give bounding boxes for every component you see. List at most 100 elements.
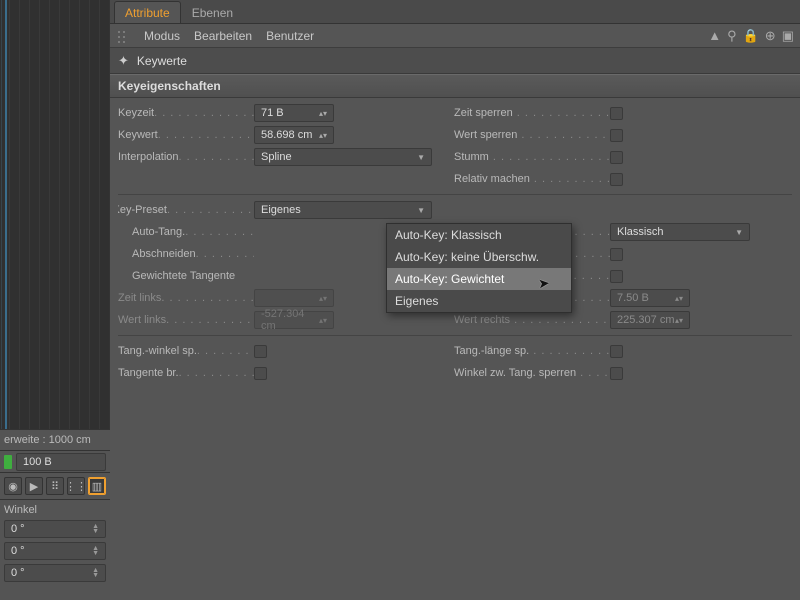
divider (118, 194, 792, 195)
angle-h-value: 0 ° (11, 523, 25, 535)
checkbox-relativ[interactable] (610, 173, 623, 186)
stepper-icon[interactable]: ▴▾ (675, 294, 683, 303)
label-auto-tang: Auto-Tang. (132, 226, 185, 238)
checkbox-stumm[interactable] (610, 151, 623, 164)
menu-modus[interactable]: Modus (144, 29, 180, 43)
label-interpolation: Interpolation (118, 151, 179, 163)
angle-p-field[interactable]: 0 ° ▲▼ (4, 542, 106, 560)
divider (118, 335, 792, 336)
menubar-right-icons: ▲ ⚲ 🔒 ⊕ ▣ (708, 28, 794, 44)
play-icon[interactable]: ▶ (25, 477, 43, 495)
key-preset-dropdown-menu: Auto-Key: Klassisch Auto-Key: keine Über… (386, 223, 572, 313)
dots-icon[interactable]: ⋮⋮ (67, 477, 85, 495)
label-stumm: Stumm (454, 151, 489, 163)
label-relativ: Relativ machen (454, 173, 530, 185)
chevron-down-icon: ▼ (417, 153, 425, 162)
label-tangente-br: Tangente br. (118, 367, 179, 379)
angle-b-value: 0 ° (11, 567, 25, 579)
value-interpolation: Spline (261, 151, 292, 163)
chevron-down-icon: ▼ (735, 228, 743, 237)
grid-spacing-label: erweite : 1000 cm (0, 430, 110, 451)
label-abschneiden: Abschneiden (132, 248, 196, 260)
stepper-arrows-icon[interactable]: ▲▼ (92, 524, 99, 534)
preset-option-keine-ueberschw[interactable]: Auto-Key: keine Überschw. (387, 246, 571, 268)
label-tang-laenge-sp: Tang.-länge sp. (454, 345, 529, 357)
label-wert-rechts: Wert rechts (454, 314, 510, 326)
film-icon[interactable]: ▥ (88, 477, 106, 495)
stepper-arrows-icon[interactable]: ▲▼ (92, 568, 99, 578)
value-steigung: Klassisch (617, 226, 663, 238)
stepper-icon[interactable]: ▴▾ (319, 131, 327, 140)
preset-option-eigenes[interactable]: Eigenes (387, 290, 571, 312)
angle-b-field[interactable]: 0 ° ▲▼ (4, 564, 106, 582)
label-tang-winkel-sp: Tang.-winkel sp. (118, 345, 197, 357)
label-zeit-sperren: Zeit sperren (454, 107, 513, 119)
tab-ebenen[interactable]: Ebenen (181, 1, 244, 23)
mouse-cursor-icon: ➤ (537, 275, 550, 293)
field-zeit-links[interactable]: ▴▾ (254, 289, 334, 307)
playhead-line[interactable] (5, 0, 7, 429)
value-keywert: 58.698 cm (261, 129, 312, 141)
stepper-icon[interactable]: ▴▾ (319, 316, 327, 325)
label-wert-sperren: Wert sperren (454, 129, 517, 141)
field-keyzeit[interactable]: 71 B ▴▾ (254, 104, 334, 122)
field-wert-links[interactable]: -527.304 cm▴▾ (254, 311, 334, 329)
label-gew-tangente: Gewichtete Tangente (132, 270, 235, 282)
stepper-arrows-icon[interactable]: ▲▼ (92, 546, 99, 556)
timeline-toolbar: ◉ ▶ ⠿ ⋮⋮ ▥ (0, 473, 110, 499)
menu-benutzer[interactable]: Benutzer (266, 29, 314, 43)
value-wert-rechts: 225.307 cm (617, 314, 674, 326)
search-icon[interactable]: ⚲ (727, 28, 737, 44)
end-frame-value: 100 B (23, 456, 52, 468)
checkbox-zeit-sperren[interactable] (610, 107, 623, 120)
stepper-icon[interactable]: ▴▾ (319, 109, 327, 118)
preset-option-klassisch[interactable]: Auto-Key: Klassisch (387, 224, 571, 246)
menu-bearbeiten[interactable]: Bearbeiten (194, 29, 252, 43)
end-frame-field[interactable]: 100 B (16, 453, 106, 471)
select-key-preset[interactable]: Eigenes ▼ (254, 201, 432, 219)
select-interpolation[interactable]: Spline ▼ (254, 148, 432, 166)
label-winkel-zw-tang: Winkel zw. Tang. sperren (454, 367, 576, 379)
checkbox-auto-wichtung[interactable] (610, 270, 623, 283)
checkbox-wert-sperren[interactable] (610, 129, 623, 142)
checkbox-ueberschw-entfernen[interactable] (610, 248, 623, 261)
label-keyzeit: Keyzeit (118, 107, 154, 119)
new-tab-icon[interactable]: ⊕ (765, 28, 776, 44)
panel-tabs: Attribute Ebenen (110, 0, 800, 24)
key-icon: ✦ (118, 53, 129, 69)
checkbox-tangente-br[interactable] (254, 367, 267, 380)
chevron-down-icon: ▼ (417, 206, 425, 215)
tab-attribute[interactable]: Attribute (114, 1, 181, 23)
checkbox-tang-winkel-sp[interactable] (254, 345, 267, 358)
field-keywert[interactable]: 58.698 cm ▴▾ (254, 126, 334, 144)
value-keyzeit: 71 B (261, 107, 284, 119)
label-keywert: Keywert (118, 129, 158, 141)
value-zeit-rechts: 7.50 B (617, 292, 649, 304)
angle-p-value: 0 ° (11, 545, 25, 557)
nav-up-icon[interactable]: ▲ (708, 28, 721, 44)
stepper-icon[interactable]: ▴▾ (319, 294, 327, 303)
select-steigung[interactable]: Klassisch ▼ (610, 223, 750, 241)
grip-icon[interactable] (116, 29, 130, 43)
object-title: Keywerte (137, 54, 187, 68)
record-icon[interactable]: ◉ (4, 477, 22, 495)
field-wert-rechts[interactable]: 225.307 cm▴▾ (610, 311, 690, 329)
object-title-bar: ✦ Keywerte (110, 48, 800, 74)
angle-h-field[interactable]: 0 ° ▲▼ (4, 520, 106, 538)
attribute-manager-panel: Attribute Ebenen Modus Bearbeiten Benutz… (110, 0, 800, 600)
stepper-icon[interactable]: ▴▾ (675, 316, 683, 325)
maximize-icon[interactable]: ▣ (782, 28, 794, 44)
menubar: Modus Bearbeiten Benutzer ▲ ⚲ 🔒 ⊕ ▣ (110, 24, 800, 48)
label-zeit-links: Zeit links (118, 292, 161, 304)
keys-icon[interactable]: ⠿ (46, 477, 64, 495)
section-keyeigenschaften[interactable]: Keyeigenschaften (110, 74, 800, 98)
checkbox-winkel-zw-tang[interactable] (610, 367, 623, 380)
value-wert-links: -527.304 cm (261, 308, 319, 332)
field-zeit-rechts[interactable]: 7.50 B ▴▾ (610, 289, 690, 307)
lock-icon[interactable]: 🔒 (743, 28, 759, 44)
timeline-grid[interactable] (0, 0, 110, 430)
checkbox-tang-laenge-sp[interactable] (610, 345, 623, 358)
play-range-start-handle[interactable] (4, 455, 12, 469)
value-key-preset: Eigenes (261, 204, 301, 216)
left-timeline-strip: erweite : 1000 cm 100 B ◉ ▶ ⠿ ⋮⋮ ▥ Winke… (0, 0, 110, 600)
